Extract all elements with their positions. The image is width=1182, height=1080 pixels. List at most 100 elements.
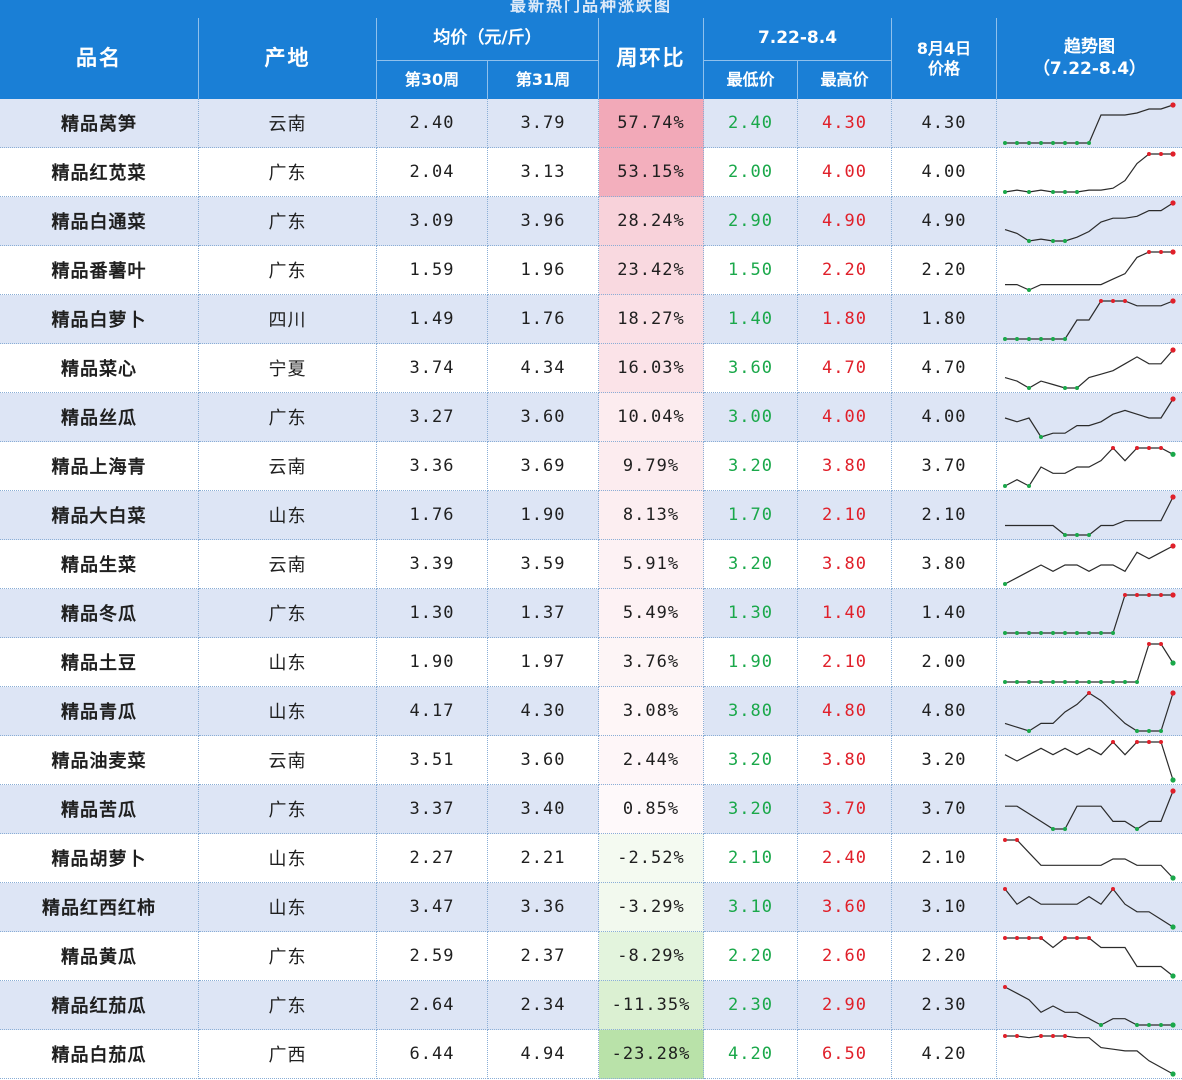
trend-high-marker [1170,101,1176,108]
min-price: 2.00 [704,148,798,197]
aug4-price: 4.00 [892,393,997,442]
wow-change: 0.85% [599,785,704,834]
header-aug4-date: 8月4日 [916,38,972,58]
header-wow: 周环比 [599,18,704,99]
week30-price: 3.74 [377,344,488,393]
trend-low-marker [1147,1022,1151,1027]
aug4-price: 4.20 [892,1030,997,1079]
week30-price: 3.27 [377,393,488,442]
trend-high-marker [1051,1033,1055,1038]
trend-line [1005,103,1174,144]
max-price: 4.70 [798,344,892,393]
item-name: 精品白萝卜 [0,295,199,344]
trend-high-marker [1015,935,1019,940]
trend-high-marker [1075,935,1079,940]
trend-high-marker [1135,592,1139,597]
trend-low-marker [1159,1022,1163,1027]
item-name: 精品红西红柿 [0,883,199,932]
trend-low-marker [1003,336,1007,341]
trend-low-marker [1075,189,1079,194]
trend-low-marker [1063,238,1067,243]
min-price: 1.70 [704,491,798,540]
item-origin: 云南 [199,736,377,785]
trend-high-marker [1111,445,1115,450]
item-origin: 云南 [199,99,377,148]
trend-line [1004,544,1174,585]
trend-low-marker [1170,874,1176,881]
trend-high-marker [1170,395,1176,402]
title-bar: 最新热门品种涨跌图 [0,0,1182,18]
week31-price: 1.76 [488,295,599,344]
trend-low-marker [1039,140,1043,145]
item-origin: 山东 [199,491,377,540]
table-row: 精品红茄瓜 广东 2.64 2.34 -11.35% 2.30 2.90 2.30 [0,981,1182,1030]
trend-low-marker [1027,287,1031,292]
week31-price: 3.79 [488,99,599,148]
week31-price: 3.60 [488,393,599,442]
trend-low-marker [1087,630,1091,635]
trend-low-marker [1051,679,1055,684]
trend-low-marker [1170,776,1176,783]
trend-sparkline [997,883,1182,932]
item-name: 精品大白菜 [0,491,199,540]
trend-sparkline [997,442,1182,491]
min-price: 1.50 [704,246,798,295]
wow-change: 3.08% [599,687,704,736]
item-name: 精品白通菜 [0,197,199,246]
min-price: 2.10 [704,834,798,883]
trend-low-marker [1123,679,1127,684]
week31-price: 3.96 [488,197,599,246]
wow-change: 5.49% [599,589,704,638]
trend-low-marker [1135,679,1139,684]
trend-low-marker [1039,434,1043,439]
trend-line [1005,838,1174,878]
trend-sparkline [997,393,1182,442]
trend-chart [1004,395,1176,439]
trend-low-marker [1003,189,1007,194]
max-price: 3.70 [798,785,892,834]
trend-low-marker [1063,140,1067,145]
item-origin: 山东 [199,687,377,736]
trend-low-marker [1063,336,1067,341]
aug4-price: 4.70 [892,344,997,393]
table-row: 精品白茄瓜 广西 6.44 4.94 -23.28% 4.20 6.50 4.20 [0,1030,1182,1079]
trend-low-marker [1063,532,1067,537]
trend-sparkline [997,491,1182,540]
week31-price: 3.36 [488,883,599,932]
trend-low-marker [1027,630,1031,635]
header-trend-range: （7.22-8.4） [1032,58,1147,79]
week30-price: 3.36 [377,442,488,491]
table-row: 精品黄瓜 广东 2.59 2.37 -8.29% 2.20 2.60 2.20 [0,932,1182,981]
item-origin: 山东 [199,638,377,687]
trend-high-marker [1015,837,1019,842]
trend-high-marker [1159,445,1163,450]
trend-high-marker [1087,690,1091,695]
header-range: 7.22-8.4 [704,18,892,60]
max-price: 3.80 [798,736,892,785]
trend-line [1004,398,1174,438]
trend-line [1004,349,1174,389]
trend-low-marker [1027,238,1031,243]
max-price: 3.80 [798,540,892,589]
trend-low-marker [1003,581,1007,586]
item-name: 精品生菜 [0,540,199,589]
max-price: 2.20 [798,246,892,295]
trend-high-marker [1039,935,1043,940]
trend-low-marker [1075,630,1079,635]
aug4-price: 4.00 [892,148,997,197]
wow-change: 53.15% [599,148,704,197]
max-price: 4.90 [798,197,892,246]
aug4-price: 3.70 [892,442,997,491]
trend-low-marker [1063,826,1067,831]
aug4-price: 2.20 [892,246,997,295]
trend-low-marker [1027,385,1031,390]
week31-price: 3.59 [488,540,599,589]
item-origin: 云南 [199,442,377,491]
trend-low-marker [1111,630,1115,635]
item-name: 精品胡萝卜 [0,834,199,883]
trend-line [1005,593,1173,634]
trend-chart [1003,542,1176,586]
trend-line [1004,446,1174,487]
max-price: 2.60 [798,932,892,981]
table-row: 精品青瓜 山东 4.17 4.30 3.08% 3.80 4.80 4.80 [0,687,1182,736]
